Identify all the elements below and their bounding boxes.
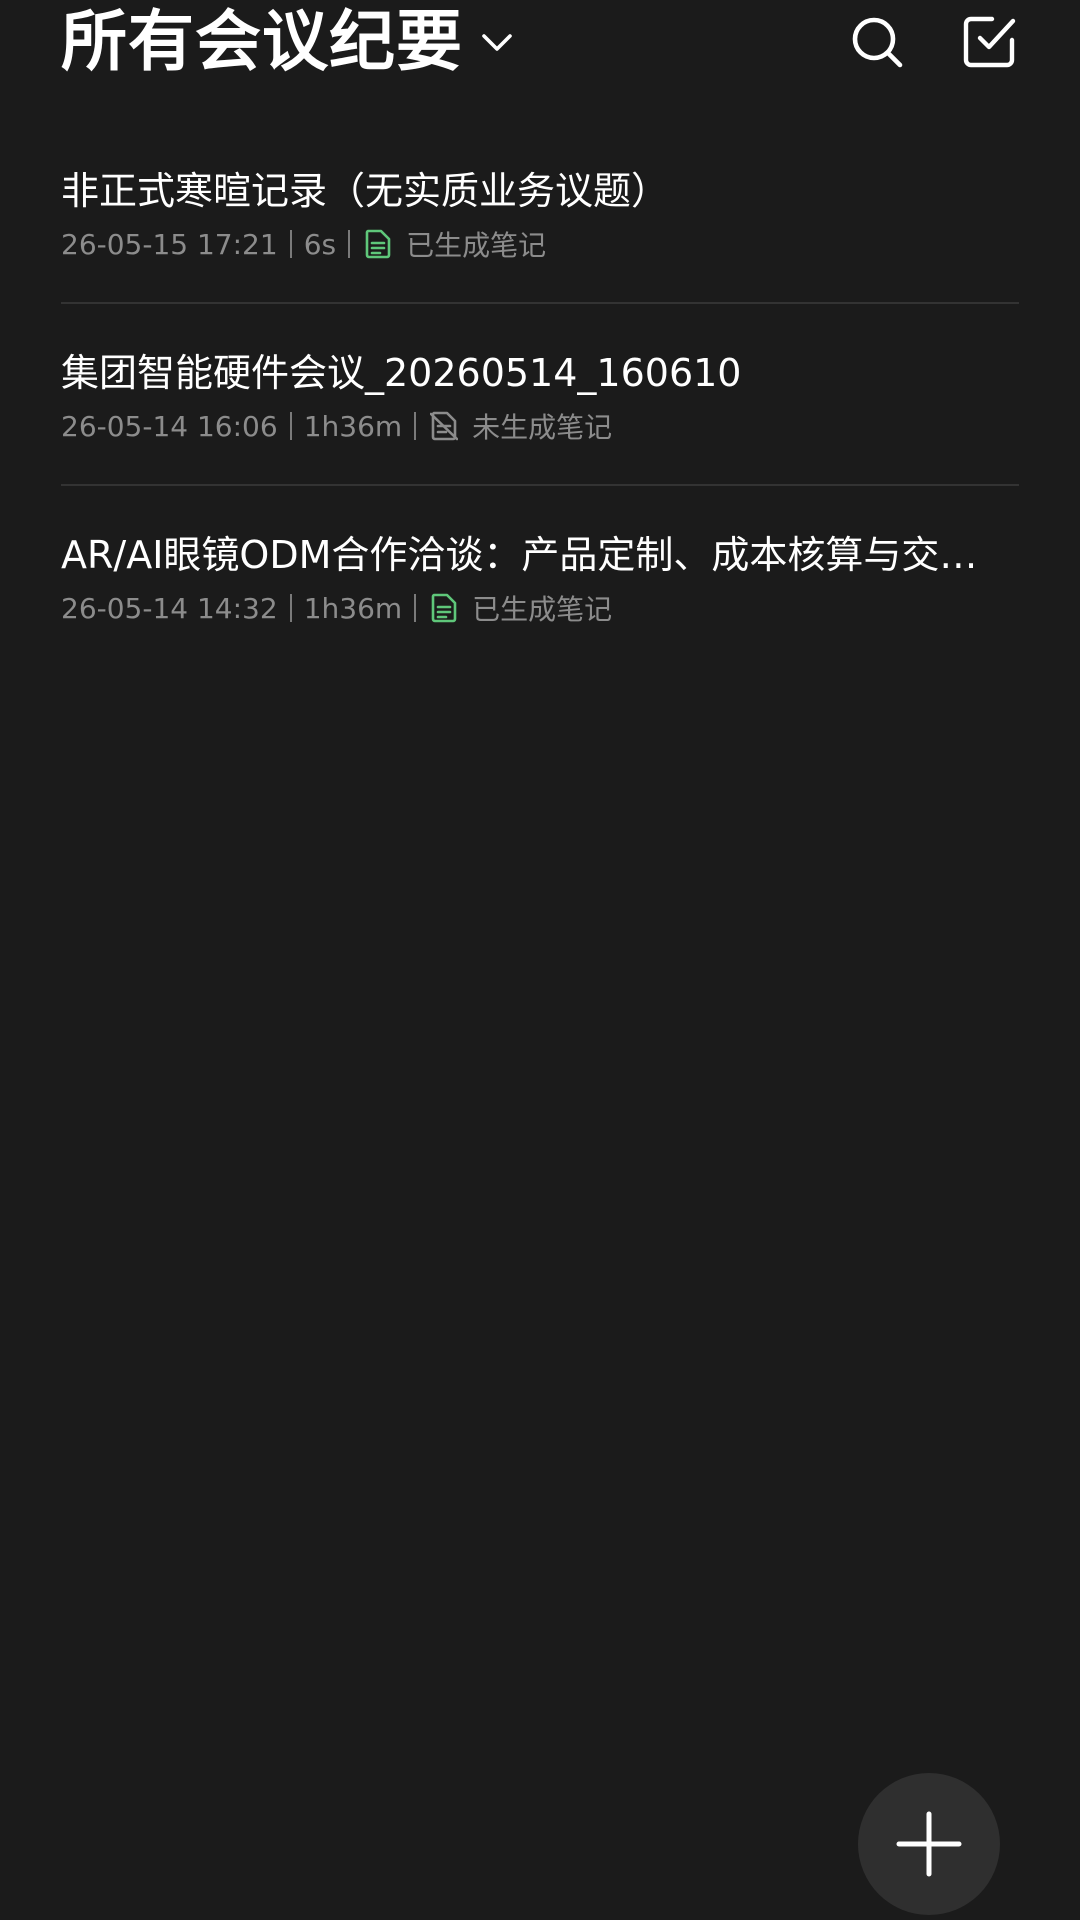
top-bar: 所有会议纪要 xyxy=(0,0,1080,100)
meeting-meta: 26-05-14 16:06 1h36m 未生成笔记 xyxy=(61,404,612,448)
meeting-title: 集团智能硬件会议_20260514_160610 xyxy=(61,351,742,395)
meeting-title: AR/AI眼镜ODM合作洽谈：产品定制、成本核算与交… xyxy=(61,533,978,577)
meeting-datetime: 26-05-14 14:32 xyxy=(61,591,278,625)
title-dropdown[interactable]: 所有会议纪要 xyxy=(61,0,517,84)
note-status: 已生成笔记 xyxy=(406,229,547,262)
plus-icon xyxy=(896,1811,962,1877)
note-generated-icon xyxy=(430,593,458,623)
search-button[interactable] xyxy=(845,10,909,74)
meeting-datetime: 26-05-14 16:06 xyxy=(61,409,278,443)
meeting-meta: 26-05-15 17:21 6s 已生成笔记 xyxy=(61,222,546,266)
new-meeting-button[interactable] xyxy=(858,1773,1000,1915)
note-missing-icon xyxy=(430,411,459,441)
meeting-duration: 1h36m xyxy=(303,591,403,625)
meeting-datetime: 26-05-15 17:21 xyxy=(61,227,278,261)
meeting-list-item[interactable]: 集团智能硬件会议_20260514_160610 26-05-14 16:06 … xyxy=(61,304,1019,486)
batch-select-button[interactable] xyxy=(957,10,1021,74)
note-status: 已生成笔记 xyxy=(472,593,613,626)
meeting-duration: 6s xyxy=(303,227,337,261)
note-generated-icon xyxy=(364,229,392,259)
meeting-title: 非正式寒暄记录（无实质业务议题） xyxy=(61,169,670,213)
meeting-list: 非正式寒暄记录（无实质业务议题） 26-05-15 17:21 6s 已生成笔记 xyxy=(61,122,1019,668)
note-status: 未生成笔记 xyxy=(472,411,613,444)
meeting-notes-screen: 所有会议纪要 非正式寒暄记录（无实质业务议题） 26-05-15 17:21 6… xyxy=(0,0,1080,1920)
checkbox-edit-icon xyxy=(963,16,1016,68)
meta-separator xyxy=(348,230,351,258)
meta-separator xyxy=(414,594,417,622)
search-icon xyxy=(852,17,903,68)
meeting-duration: 1h36m xyxy=(303,409,403,443)
meta-separator xyxy=(289,412,292,440)
page-title: 所有会议纪要 xyxy=(61,3,463,80)
chevron-down-icon xyxy=(482,34,512,51)
meeting-list-item[interactable]: AR/AI眼镜ODM合作洽谈：产品定制、成本核算与交… 26-05-14 14:… xyxy=(61,486,1019,668)
meta-separator xyxy=(289,594,292,622)
meeting-meta: 26-05-14 14:32 1h36m 已生成笔记 xyxy=(61,586,612,630)
meta-separator xyxy=(289,230,292,258)
meeting-list-item[interactable]: 非正式寒暄记录（无实质业务议题） 26-05-15 17:21 6s 已生成笔记 xyxy=(61,122,1019,304)
meta-separator xyxy=(414,412,417,440)
